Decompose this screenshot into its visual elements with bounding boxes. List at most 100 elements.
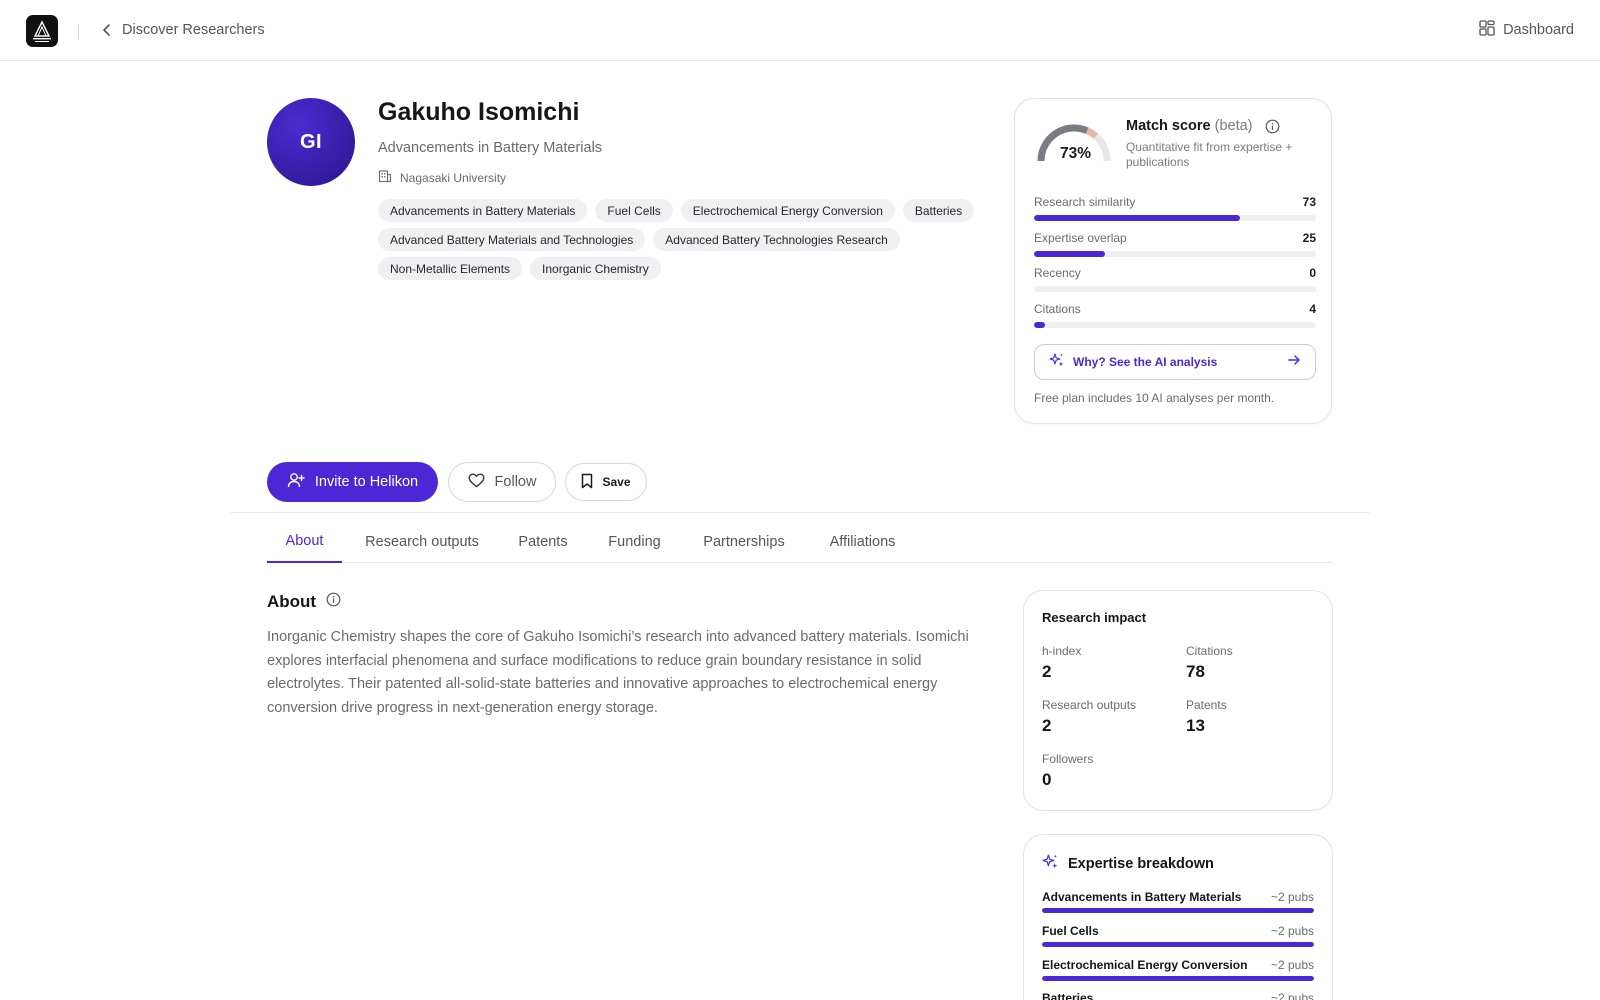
back-link-label: Discover Researchers — [122, 22, 265, 38]
bookmark-icon — [581, 473, 593, 492]
stat-label: h-index — [1042, 644, 1082, 658]
researcher-name: Gakuho Isomichi — [378, 98, 580, 126]
metric-citations: Citations 4 — [1034, 302, 1316, 328]
tab-patents[interactable]: Patents — [517, 520, 569, 563]
topic-tag[interactable]: Non-Metallic Elements — [378, 257, 523, 280]
metric-value: 4 — [1309, 302, 1316, 316]
add-user-icon — [287, 471, 305, 493]
metric-label: Recency — [1034, 266, 1081, 280]
avatar-initials: GI — [299, 130, 323, 153]
expertise-title-label: Expertise breakdown — [1068, 855, 1214, 872]
expertise-item[interactable]: Electrochemical Energy Conversion ~2 pubs — [1042, 958, 1314, 981]
info-icon[interactable] — [326, 592, 341, 612]
metric-recency: Recency 0 — [1034, 266, 1316, 292]
metric-expertise-overlap: Expertise overlap 25 — [1034, 231, 1316, 257]
topic-tag[interactable]: Electrochemical Energy Conversion — [680, 199, 895, 222]
topic-tag[interactable]: Inorganic Chemistry — [530, 257, 661, 280]
about-heading-label: About — [267, 592, 317, 611]
invite-label: Invite to Helikon — [314, 474, 419, 490]
beta-label: (beta) — [1214, 118, 1253, 134]
expertise-count: ~2 pubs — [1270, 924, 1314, 938]
researcher-subtitle: Advancements in Battery Materials — [378, 140, 603, 156]
topic-tag[interactable]: Fuel Cells — [595, 199, 673, 222]
sparkle-icon — [1042, 853, 1059, 874]
expertise-bar — [1042, 942, 1314, 947]
back-to-discover-link[interactable]: Discover Researchers — [100, 18, 265, 42]
tab-partnerships[interactable]: Partnerships — [701, 520, 787, 563]
expertise-item[interactable]: Fuel Cells ~2 pubs — [1042, 924, 1314, 947]
about-text: Inorganic Chemistry shapes the core of G… — [267, 629, 969, 716]
topic-tags: Advancements in Battery Materials Fuel C… — [378, 199, 998, 280]
topic-tag[interactable]: Advancements in Battery Materials — [378, 199, 588, 222]
metric-value: 73 — [1302, 195, 1316, 209]
stat-h-index: h-index 2 — [1042, 644, 1081, 682]
match-score-value: 73% — [1060, 145, 1092, 162]
expertise-breakdown-title: Expertise breakdown — [1042, 853, 1214, 874]
metric-label: Citations — [1034, 302, 1081, 316]
metric-bar — [1034, 286, 1316, 292]
stat-followers: Followers 0 — [1042, 752, 1093, 790]
metric-value: 0 — [1309, 266, 1316, 280]
save-button[interactable]: Save — [565, 463, 647, 501]
expertise-breakdown-card: Expertise breakdown Advancements in Batt… — [1023, 834, 1333, 1000]
heart-icon — [468, 473, 485, 492]
top-bar: Discover Researchers Dashboard — [0, 0, 1600, 61]
avatar: GI — [267, 98, 355, 186]
topbar-divider — [78, 24, 79, 40]
match-score-label: Match score — [1126, 118, 1211, 134]
expertise-name: Electrochemical Energy Conversion — [1042, 958, 1248, 972]
gauge-highlight — [1085, 127, 1099, 139]
dashboard-link[interactable]: Dashboard — [1479, 18, 1574, 42]
stat-value: 2 — [1042, 716, 1052, 735]
tab-about[interactable]: About — [267, 520, 342, 563]
expertise-name: Advancements in Battery Materials — [1042, 890, 1242, 904]
building-icon — [378, 169, 392, 186]
expertise-name: Batteries — [1042, 991, 1094, 1000]
arrow-right-icon — [1287, 353, 1301, 372]
affiliation: Nagasaki University — [378, 169, 506, 186]
topic-tag[interactable]: Advanced Battery Materials and Technolog… — [378, 228, 646, 251]
topic-tag[interactable]: Advanced Battery Technologies Research — [653, 228, 900, 251]
metric-label: Research similarity — [1034, 195, 1136, 209]
stat-patents: Patents 13 — [1186, 698, 1227, 736]
expertise-count: ~2 pubs — [1270, 991, 1314, 1000]
expertise-name: Fuel Cells — [1042, 924, 1099, 938]
follow-button[interactable]: Follow — [448, 462, 556, 502]
expertise-bar-fill — [1042, 942, 1314, 947]
expertise-item[interactable]: Batteries ~2 pubs — [1042, 991, 1314, 1000]
stat-label: Research outputs — [1042, 698, 1137, 712]
sparkle-icon — [1049, 352, 1065, 373]
metric-research-similarity: Research similarity 73 — [1034, 195, 1316, 221]
profile-tabs: About Research outputs Patents Funding P… — [267, 520, 1333, 563]
metric-label: Expertise overlap — [1034, 231, 1127, 245]
research-impact-card: Research impact h-index 2 Citations 78 R… — [1023, 590, 1333, 811]
helikon-logo[interactable] — [26, 15, 58, 47]
dashboard-label: Dashboard — [1503, 22, 1574, 38]
metric-bar-fill — [1034, 251, 1105, 257]
about-heading: About — [267, 592, 341, 612]
tab-affiliations[interactable]: Affiliations — [826, 520, 899, 563]
chevron-left-icon — [100, 23, 114, 37]
stat-value: 2 — [1042, 662, 1052, 681]
match-score-card: 73% Match score (beta) Quantitative fit … — [1014, 98, 1332, 424]
plan-note: Free plan includes 10 AI analyses per mo… — [1034, 391, 1275, 405]
ai-analysis-button[interactable]: Why? See the AI analysis — [1034, 344, 1316, 380]
save-label: Save — [602, 475, 631, 489]
expertise-bar — [1042, 908, 1314, 913]
stat-value: 0 — [1042, 770, 1052, 789]
info-icon[interactable] — [1265, 119, 1280, 134]
invite-button[interactable]: Invite to Helikon — [267, 462, 438, 502]
metric-bar-fill — [1034, 215, 1240, 221]
stat-citations: Citations 78 — [1186, 644, 1233, 682]
follow-label: Follow — [494, 474, 537, 490]
metric-bar — [1034, 215, 1316, 221]
tab-research-outputs[interactable]: Research outputs — [362, 520, 482, 563]
stat-value: 13 — [1186, 716, 1205, 735]
expertise-count: ~2 pubs — [1270, 890, 1314, 904]
expertise-item[interactable]: Advancements in Battery Materials ~2 pubs — [1042, 890, 1314, 913]
stat-label: Patents — [1186, 698, 1227, 712]
topic-tag[interactable]: Batteries — [902, 199, 975, 222]
metric-bar-fill — [1034, 322, 1046, 328]
tab-funding[interactable]: Funding — [607, 520, 662, 563]
stat-label: Citations — [1186, 644, 1233, 658]
